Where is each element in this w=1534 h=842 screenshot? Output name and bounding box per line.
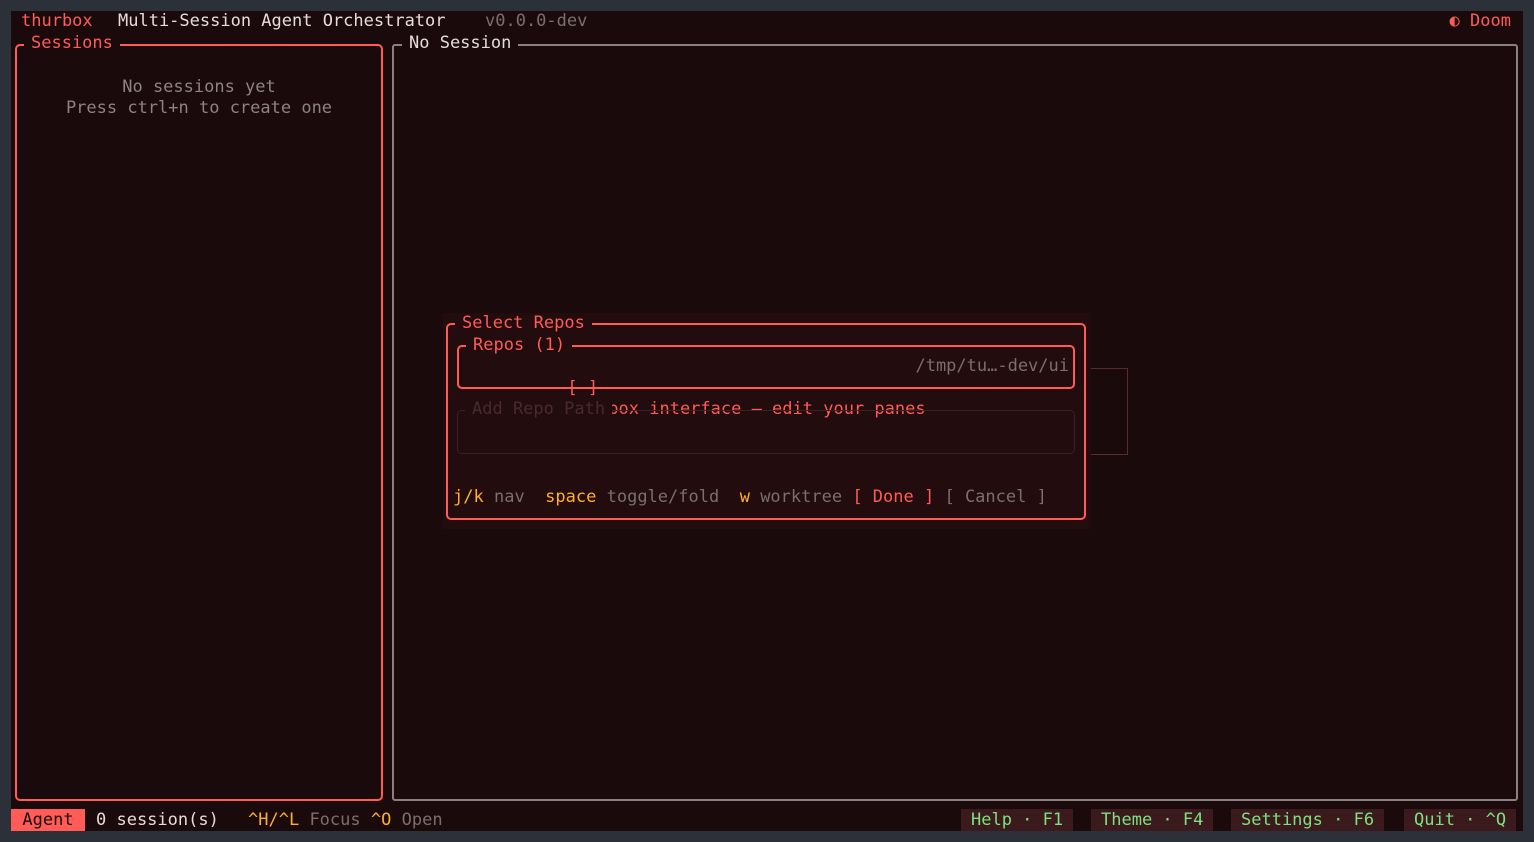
- hint-key-worktree: w: [739, 487, 750, 507]
- app-subtitle: Multi-Session Agent Orchestrator: [118, 11, 446, 31]
- dialog-hints: j/k nav space toggle/fold w worktree [ D…: [453, 487, 1047, 509]
- focus-shortcut-key: ^H/^L: [248, 810, 300, 830]
- hint-label-worktree: worktree: [760, 487, 843, 507]
- terminal-window: thurbox Multi-Session Agent Orchestrator…: [11, 11, 1523, 831]
- hint-label-toggle: toggle/fold: [606, 487, 720, 507]
- sessions-panel[interactable]: Sessions No sessions yet Press ctrl+n to…: [15, 33, 383, 801]
- help-button[interactable]: Help · F1: [961, 809, 1074, 831]
- theme-name: Doom: [1470, 11, 1511, 31]
- sessions-empty-message: No sessions yet: [122, 77, 276, 97]
- open-shortcut-label: Open: [401, 810, 443, 830]
- focus-shortcut-label: Focus: [309, 810, 361, 830]
- repo-checkbox[interactable]: [ ]: [567, 378, 598, 398]
- quit-button[interactable]: Quit · ^Q: [1404, 809, 1517, 831]
- repo-path: /tmp/tu…-dev/ui: [915, 356, 1069, 376]
- theme-indicator[interactable]: ◐ Doom: [1450, 11, 1511, 33]
- sessions-empty-hint: Press ctrl+n to create one: [65, 98, 333, 118]
- sessions-panel-title: Sessions: [24, 33, 120, 55]
- add-repo-path-input[interactable]: Add Repo Path: [457, 399, 1075, 454]
- app-name: thurbox: [21, 11, 93, 31]
- select-repos-dialog: Select Repos Repos (1) [ ] Thurbox inter…: [443, 313, 1091, 529]
- session-count: 0 session(s): [96, 810, 219, 830]
- repos-list[interactable]: Repos (1) [ ] Thurbox interface — edit y…: [457, 335, 1075, 419]
- main-panel-title: No Session: [402, 33, 519, 55]
- background-widget-edge: [1089, 368, 1128, 455]
- open-shortcut-key: ^O: [370, 810, 392, 830]
- dialog-title: Select Repos: [455, 313, 592, 335]
- hint-key-nav: j/k: [453, 487, 484, 507]
- status-shortcuts: ^H/^L Focus ^O Open: [248, 809, 443, 831]
- hint-label-nav: nav: [493, 487, 525, 507]
- theme-button[interactable]: Theme · F4: [1091, 809, 1214, 831]
- mode-badge: Agent: [11, 809, 85, 831]
- cancel-button[interactable]: [ Cancel ]: [944, 487, 1046, 507]
- settings-button[interactable]: Settings · F6: [1231, 809, 1385, 831]
- select-repos-frame: Select Repos Repos (1) [ ] Thurbox inter…: [446, 313, 1086, 520]
- done-button[interactable]: [ Done ]: [852, 487, 934, 507]
- hint-key-toggle: space: [545, 487, 597, 507]
- theme-moon-icon: ◐: [1449, 11, 1460, 31]
- app-version: v0.0.0-dev: [485, 11, 588, 31]
- add-repo-path-label: Add Repo Path: [465, 399, 613, 421]
- repos-list-title: Repos (1): [466, 335, 573, 357]
